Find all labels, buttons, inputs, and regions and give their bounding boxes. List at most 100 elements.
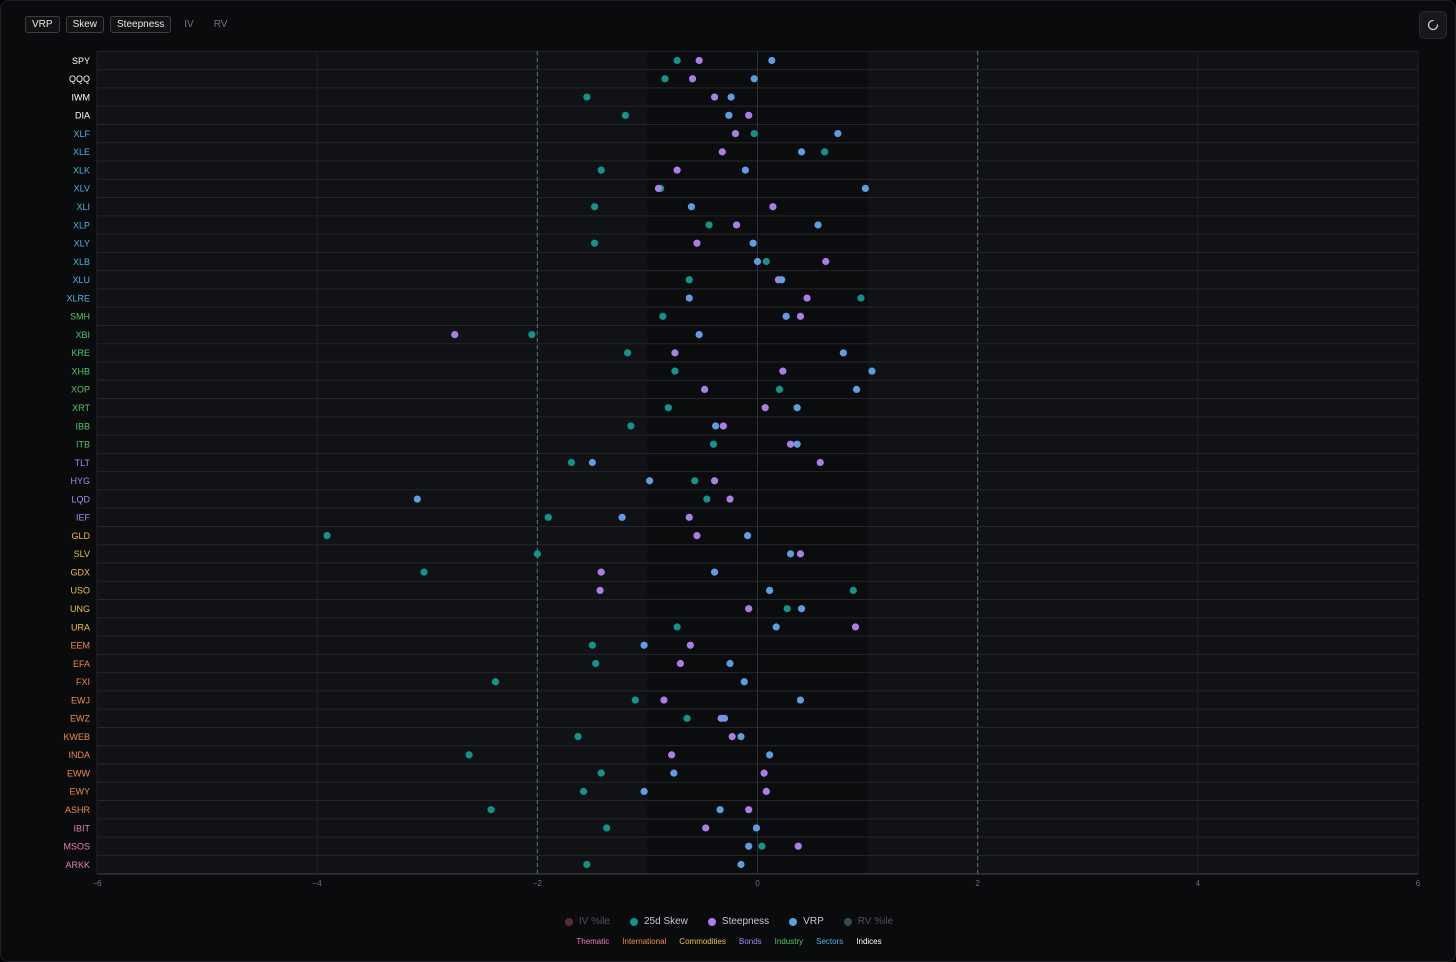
msos-steep-point[interactable] bbox=[794, 842, 802, 850]
qqq-vrp-point[interactable] bbox=[750, 75, 758, 83]
iwm-steep-point[interactable] bbox=[710, 93, 719, 101]
kweb-skew-point[interactable] bbox=[574, 732, 582, 741]
lqd-vrp-point[interactable] bbox=[413, 495, 421, 503]
msos-vrp-point[interactable] bbox=[745, 842, 753, 850]
gld-steep-point[interactable] bbox=[693, 531, 701, 540]
ashr-skew-point[interactable] bbox=[487, 806, 495, 814]
ibit-skew-point[interactable] bbox=[603, 824, 611, 832]
gld-skew-point[interactable] bbox=[323, 531, 331, 540]
dia-vrp-point[interactable] bbox=[725, 111, 733, 119]
xlp-skew-point[interactable] bbox=[705, 221, 713, 229]
ticker-label-efa[interactable]: EFA bbox=[73, 659, 90, 669]
ticker-label-ibit[interactable]: IBIT bbox=[73, 823, 90, 833]
group-legend-industry[interactable]: Industry bbox=[775, 937, 803, 946]
ticker-label-uso[interactable]: USO bbox=[70, 586, 90, 596]
legend-item-vrp[interactable]: VRP bbox=[789, 916, 824, 927]
ticker-label-xop[interactable]: XOP bbox=[71, 385, 90, 395]
xle-skew-point[interactable] bbox=[821, 148, 829, 156]
kre-skew-point[interactable] bbox=[624, 349, 632, 357]
slv-vrp-point[interactable] bbox=[786, 550, 795, 558]
iwm-vrp-point[interactable] bbox=[727, 93, 735, 101]
xlf-vrp-point[interactable] bbox=[834, 129, 842, 138]
ticker-label-tlt[interactable]: TLT bbox=[75, 458, 91, 468]
ibb-vrp-point[interactable] bbox=[712, 422, 720, 430]
eem-skew-point[interactable] bbox=[588, 641, 596, 649]
ticker-label-xlv[interactable]: XLV bbox=[74, 184, 90, 194]
tlt-steep-point[interactable] bbox=[816, 458, 824, 467]
itb-steep-point[interactable] bbox=[786, 440, 795, 448]
ticker-label-smh[interactable]: SMH bbox=[70, 312, 90, 322]
ura-skew-point[interactable] bbox=[673, 623, 681, 631]
ticker-label-gld[interactable]: GLD bbox=[71, 531, 90, 541]
ticker-label-xhb[interactable]: XHB bbox=[71, 366, 90, 376]
efa-vrp-point[interactable] bbox=[726, 659, 734, 668]
spy-steep-point[interactable] bbox=[695, 56, 703, 65]
xlre-vrp-point[interactable] bbox=[685, 294, 693, 302]
xlb-vrp-point[interactable] bbox=[753, 257, 762, 266]
ibb-skew-point[interactable] bbox=[627, 422, 635, 430]
xlb-steep-point[interactable] bbox=[822, 257, 830, 266]
xlp-vrp-point[interactable] bbox=[814, 221, 822, 229]
xlk-skew-point[interactable] bbox=[597, 166, 605, 174]
ung-vrp-point[interactable] bbox=[797, 605, 806, 613]
xli-vrp-point[interactable] bbox=[687, 203, 696, 211]
smh-skew-point[interactable] bbox=[659, 312, 667, 320]
xop-skew-point[interactable] bbox=[775, 385, 784, 394]
ticker-label-xlk[interactable]: XLK bbox=[73, 165, 90, 175]
xly-skew-point[interactable] bbox=[590, 239, 599, 247]
spy-skew-point[interactable] bbox=[673, 56, 681, 65]
ticker-label-gdx[interactable]: GDX bbox=[70, 567, 90, 577]
gdx-vrp-point[interactable] bbox=[710, 568, 719, 576]
xlv-vrp-point[interactable] bbox=[861, 184, 869, 193]
ticker-label-fxi[interactable]: FXI bbox=[76, 677, 90, 687]
ewj-skew-point[interactable] bbox=[631, 696, 639, 704]
ticker-label-slv[interactable]: SLV bbox=[74, 549, 90, 559]
xrt-steep-point[interactable] bbox=[761, 404, 769, 412]
xlf-steep-point[interactable] bbox=[731, 129, 740, 138]
xbi-steep-point[interactable] bbox=[451, 330, 459, 339]
gdx-steep-point[interactable] bbox=[597, 568, 605, 576]
ticker-label-dia[interactable]: DIA bbox=[75, 111, 90, 121]
spy-vrp-point[interactable] bbox=[768, 56, 776, 65]
ticker-label-ief[interactable]: IEF bbox=[76, 513, 91, 523]
xlu-vrp-point[interactable] bbox=[778, 276, 786, 284]
inda-steep-point[interactable] bbox=[668, 751, 676, 759]
ibb-steep-point[interactable] bbox=[719, 422, 727, 430]
fxi-vrp-point[interactable] bbox=[740, 678, 748, 686]
group-legend-bonds[interactable]: Bonds bbox=[739, 937, 762, 946]
ticker-label-xlre[interactable]: XLRE bbox=[66, 293, 90, 303]
ticker-label-eem[interactable]: EEM bbox=[70, 641, 90, 651]
ewz-vrp-point[interactable] bbox=[720, 714, 729, 722]
ief-vrp-point[interactable] bbox=[618, 513, 626, 521]
xop-vrp-point[interactable] bbox=[852, 385, 861, 394]
group-legend-sectors[interactable]: Sectors bbox=[816, 937, 843, 946]
hyg-skew-point[interactable] bbox=[691, 477, 699, 485]
ewy-steep-point[interactable] bbox=[762, 787, 770, 796]
legend-item-25d-skew[interactable]: 25d Skew bbox=[629, 916, 688, 927]
hyg-steep-point[interactable] bbox=[710, 477, 719, 485]
ief-skew-point[interactable] bbox=[544, 513, 552, 521]
eww-steep-point[interactable] bbox=[760, 769, 768, 777]
xbi-vrp-point[interactable] bbox=[695, 330, 703, 339]
ibit-vrp-point[interactable] bbox=[752, 824, 760, 832]
group-legend-indices[interactable]: Indices bbox=[856, 937, 881, 946]
ashr-steep-point[interactable] bbox=[745, 806, 753, 814]
xli-skew-point[interactable] bbox=[590, 203, 599, 211]
uso-vrp-point[interactable] bbox=[766, 586, 774, 595]
ticker-label-ewj[interactable]: EWJ bbox=[71, 695, 90, 705]
ticker-label-msos[interactable]: MSOS bbox=[63, 842, 90, 852]
hyg-vrp-point[interactable] bbox=[646, 477, 654, 485]
eww-vrp-point[interactable] bbox=[670, 769, 678, 777]
inda-skew-point[interactable] bbox=[465, 751, 473, 759]
smh-vrp-point[interactable] bbox=[782, 312, 790, 320]
qqq-steep-point[interactable] bbox=[688, 75, 697, 83]
slv-skew-point[interactable] bbox=[533, 550, 541, 558]
itb-skew-point[interactable] bbox=[709, 440, 718, 448]
group-legend-international[interactable]: International bbox=[622, 937, 666, 946]
ura-vrp-point[interactable] bbox=[772, 623, 780, 631]
ticker-label-arkk[interactable]: ARKK bbox=[65, 860, 90, 870]
ticker-label-kre[interactable]: KRE bbox=[71, 348, 90, 358]
arkk-vrp-point[interactable] bbox=[737, 860, 745, 869]
ticker-label-xly[interactable]: XLY bbox=[74, 239, 90, 249]
ticker-label-hyg[interactable]: HYG bbox=[70, 476, 90, 486]
